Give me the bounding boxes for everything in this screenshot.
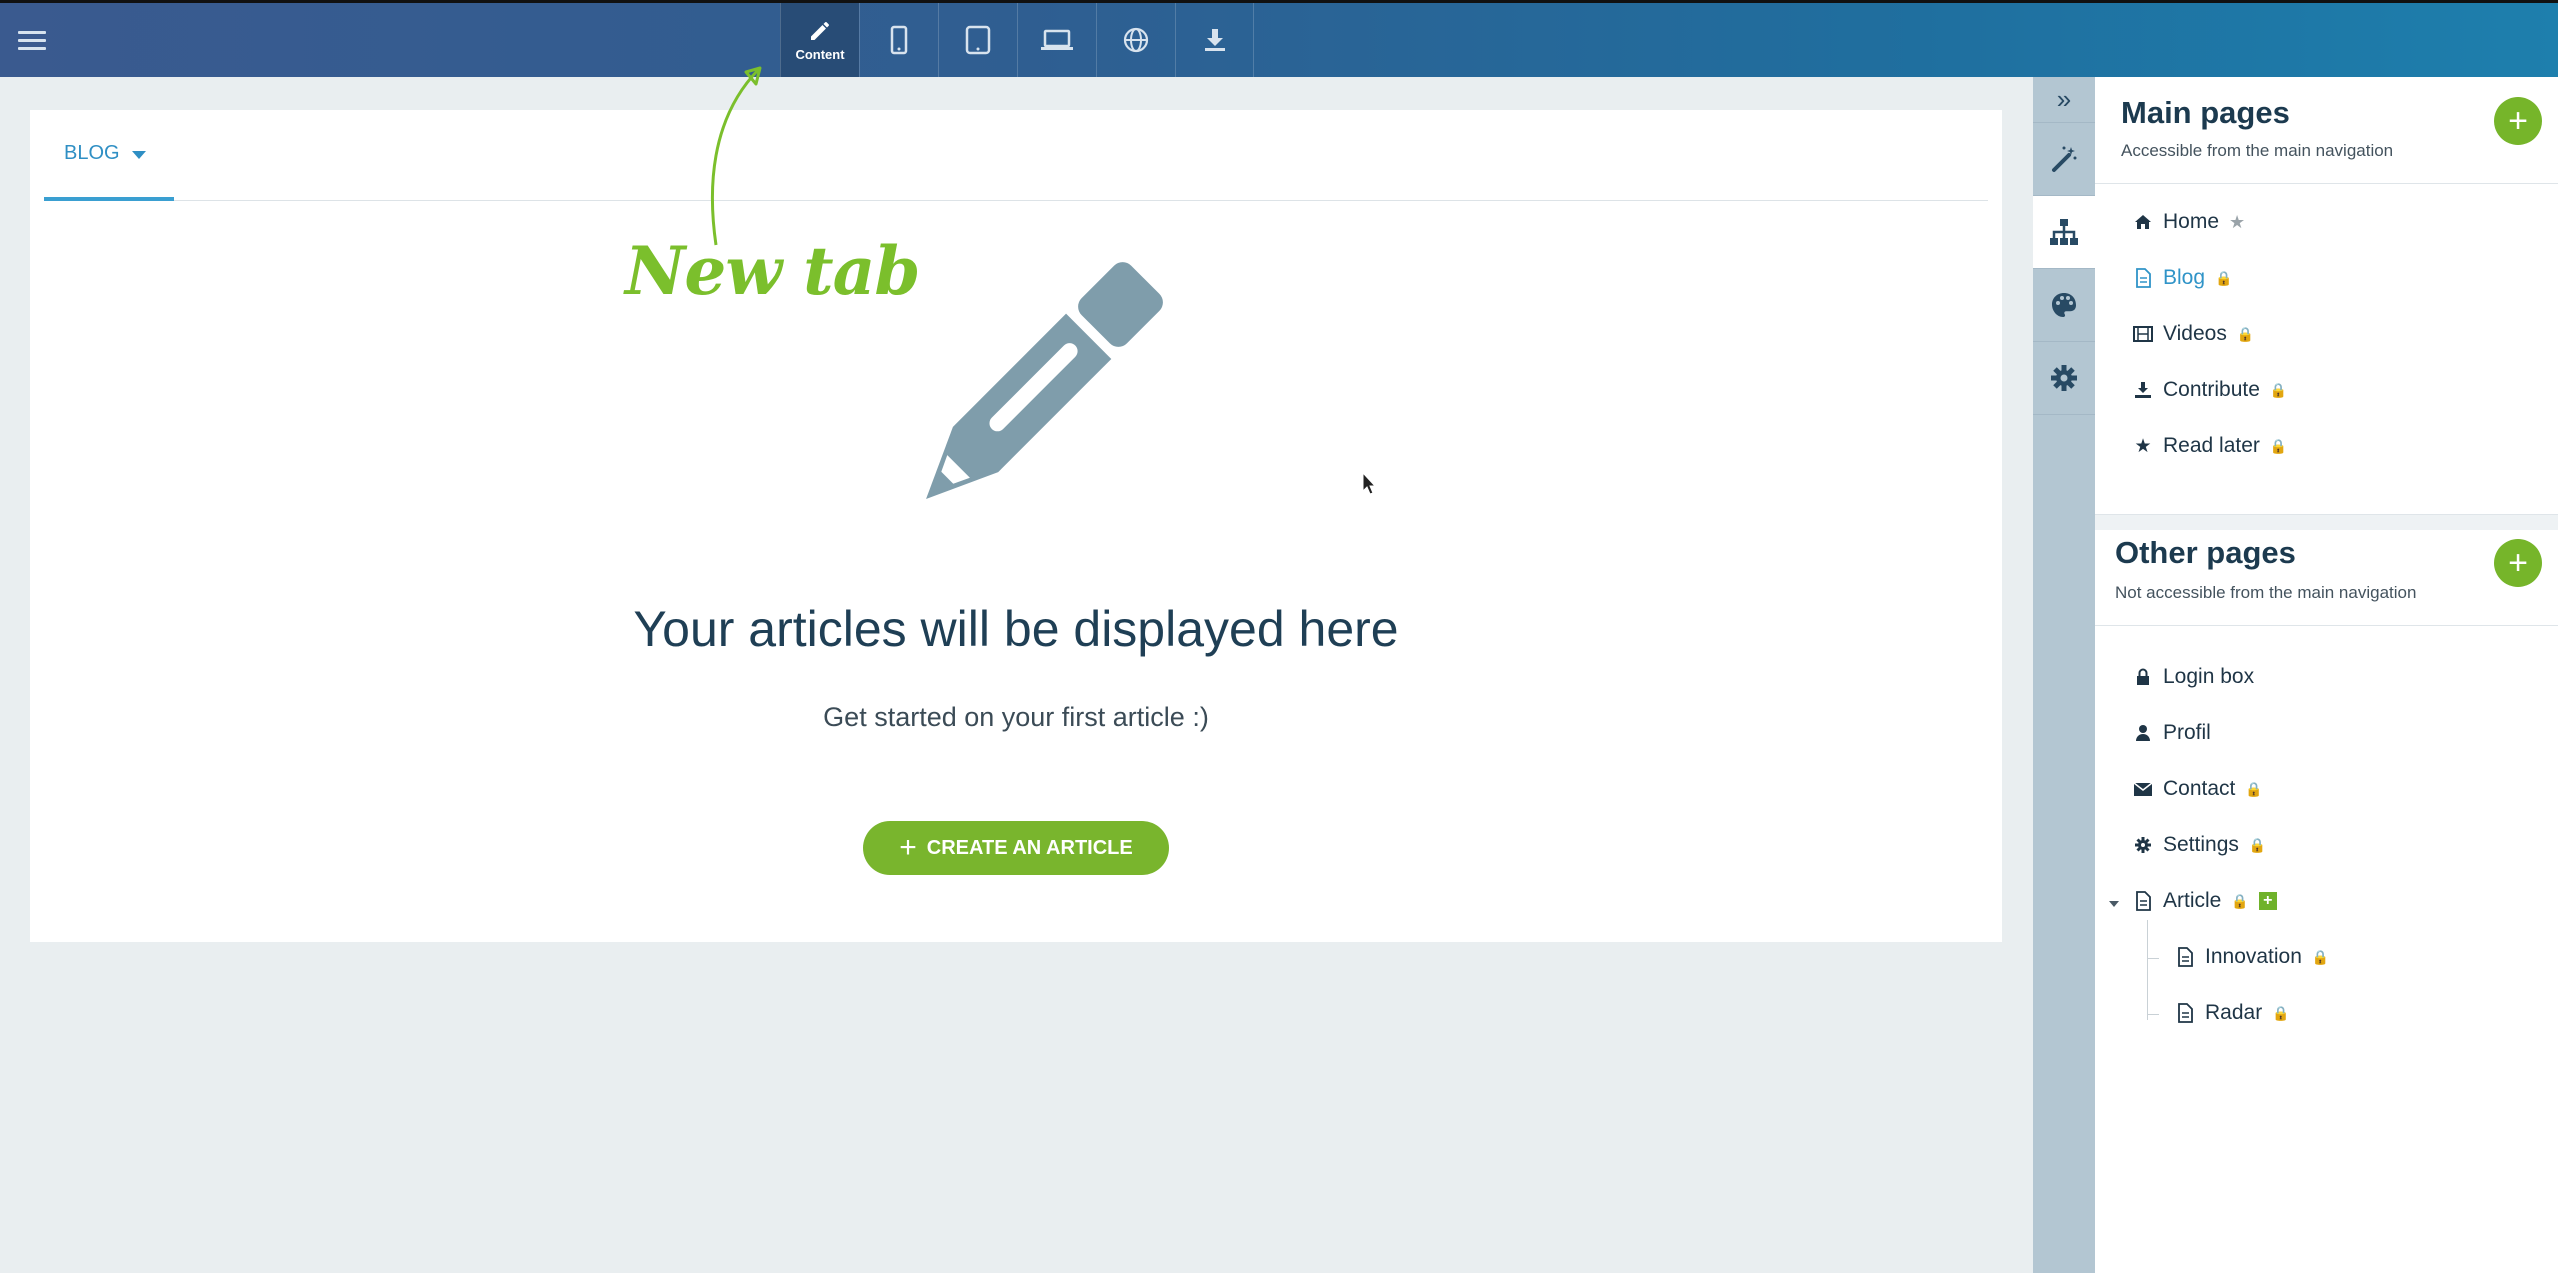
- laptop-icon: [1041, 29, 1073, 50]
- download-icon: [2133, 381, 2153, 399]
- globe-icon: [1123, 27, 1149, 53]
- empty-state-subtitle: Get started on your first article :): [823, 702, 1209, 732]
- plus-icon: +: [2508, 544, 2528, 582]
- add-main-page-button[interactable]: +: [2494, 97, 2542, 145]
- mobile-icon: [890, 25, 908, 55]
- star-icon: ★: [2134, 435, 2152, 457]
- web-view-button[interactable]: [1096, 3, 1175, 77]
- document-icon: [2133, 268, 2153, 288]
- page-item-label: Settings: [2163, 833, 2239, 856]
- mobile-view-button[interactable]: [859, 3, 938, 77]
- document-icon: [2175, 947, 2195, 967]
- large-pencil-icon: [926, 262, 1163, 499]
- palette-icon: [2052, 293, 2076, 317]
- page-tabstrip: BLOG: [44, 110, 1988, 201]
- add-subpage-button[interactable]: +: [2258, 892, 2277, 910]
- rail-palette-button[interactable]: [2033, 269, 2095, 342]
- double-chevron-right-icon: »: [2056, 84, 2072, 114]
- annotation-arrow-icon: [710, 66, 762, 246]
- page-item-contact[interactable]: Contact 🔒: [2133, 774, 2263, 804]
- rail-magic-button[interactable]: [2033, 123, 2095, 196]
- other-pages-subtitle: Not accessible from the main navigation: [2115, 583, 2417, 602]
- rail-sitemap-button[interactable]: [2033, 196, 2095, 269]
- lock-icon: 🔒: [2248, 836, 2267, 853]
- sidebar-icon-rail: »: [2033, 77, 2095, 1273]
- lock-icon: [2133, 668, 2153, 686]
- download-button[interactable]: [1175, 3, 1254, 77]
- caret-down-icon[interactable]: [131, 150, 146, 159]
- home-icon: [2133, 214, 2153, 230]
- page-item-label: Home: [2163, 210, 2220, 233]
- lock-icon: 🔒: [2272, 1004, 2290, 1021]
- star-icon: ★: [2229, 211, 2246, 232]
- envelope-icon: [2133, 781, 2153, 797]
- page-item-read-later[interactable]: ★ Read later 🔒: [2133, 431, 2287, 461]
- magic-wand-icon: [2052, 146, 2077, 172]
- tablet-icon: [965, 25, 991, 55]
- content-tool-label: Content: [795, 46, 845, 62]
- rail-settings-button[interactable]: [2033, 342, 2095, 415]
- empty-state-title: Your articles will be displayed here: [633, 601, 1399, 657]
- page-canvas: BLOG Your articles will be displayed her…: [30, 110, 2002, 942]
- lock-icon: 🔒: [2236, 325, 2255, 342]
- toolbar-tools: Content: [780, 3, 1254, 77]
- page-item-label: Profil: [2163, 721, 2211, 744]
- pencil-icon: [811, 21, 829, 40]
- tablet-view-button[interactable]: [938, 3, 1017, 77]
- top-toolbar: Content: [0, 0, 2558, 77]
- collapse-caret-icon[interactable]: [2109, 901, 2119, 907]
- page-item-label: Contact: [2163, 777, 2236, 800]
- tab-blog[interactable]: BLOG: [44, 110, 174, 201]
- plus-icon: +: [2508, 102, 2528, 140]
- sitemap-icon: [2050, 219, 2078, 245]
- page-item-article[interactable]: Article 🔒 +: [2133, 886, 2277, 916]
- film-icon: [2133, 326, 2153, 342]
- page-item-innovation[interactable]: Innovation 🔒: [2175, 942, 2329, 972]
- page-item-label: Innovation: [2205, 945, 2302, 968]
- user-icon: [2133, 724, 2153, 742]
- page-item-label: Login box: [2163, 665, 2255, 688]
- page-item-settings[interactable]: Settings 🔒: [2133, 830, 2266, 860]
- other-pages-title: Other pages: [2115, 535, 2296, 570]
- page-item-label: Radar: [2205, 1001, 2263, 1024]
- lock-icon: 🔒: [2215, 269, 2233, 286]
- page-item-blog[interactable]: Blog 🔒: [2133, 263, 2232, 293]
- create-article-button[interactable]: + CREATE AN ARTICLE: [863, 821, 1169, 875]
- lock-icon: 🔒: [2231, 892, 2249, 909]
- gear-icon: [2133, 836, 2153, 854]
- page-item-login-box[interactable]: Login box: [2133, 662, 2254, 692]
- mouse-cursor-icon: [1362, 472, 1377, 495]
- tab-blog-label: BLOG: [64, 142, 120, 164]
- lock-icon: 🔒: [2311, 948, 2330, 965]
- menu-icon[interactable]: [18, 31, 46, 51]
- page-item-profil[interactable]: Profil: [2133, 718, 2211, 748]
- page-item-contribute[interactable]: Contribute 🔒: [2133, 375, 2287, 405]
- laptop-view-button[interactable]: [1017, 3, 1096, 77]
- add-other-page-button[interactable]: +: [2494, 539, 2542, 587]
- create-article-label: CREATE AN ARTICLE: [926, 836, 1133, 859]
- annotation-new-tab: New tab: [625, 232, 921, 310]
- download-icon: [1204, 29, 1225, 51]
- lock-icon: 🔒: [2245, 780, 2263, 797]
- page-item-label: Article: [2163, 889, 2222, 912]
- page-item-label: Contribute: [2163, 378, 2260, 401]
- lock-icon: 🔒: [2269, 381, 2288, 398]
- collapse-panel-button[interactable]: »: [2033, 77, 2095, 123]
- main-pages-title: Main pages: [2121, 95, 2290, 130]
- page-item-label: Blog: [2163, 266, 2206, 289]
- page-item-home[interactable]: Home ★: [2133, 207, 2245, 237]
- page-item-radar[interactable]: Radar 🔒: [2175, 998, 2290, 1028]
- page-item-label: Videos: [2163, 322, 2227, 345]
- pages-panel: Main pages Accessible from the main navi…: [2095, 77, 2558, 1273]
- page-item-label: Read later: [2163, 434, 2260, 457]
- document-icon: [2133, 891, 2153, 911]
- plus-icon: +: [899, 831, 917, 864]
- content-tool-button[interactable]: Content: [780, 3, 859, 77]
- lock-icon: 🔒: [2269, 437, 2288, 454]
- gear-icon: [2051, 365, 2077, 391]
- main-pages-subtitle: Accessible from the main navigation: [2121, 141, 2394, 160]
- page-item-videos[interactable]: Videos 🔒: [2133, 319, 2254, 349]
- document-icon: [2175, 1003, 2195, 1023]
